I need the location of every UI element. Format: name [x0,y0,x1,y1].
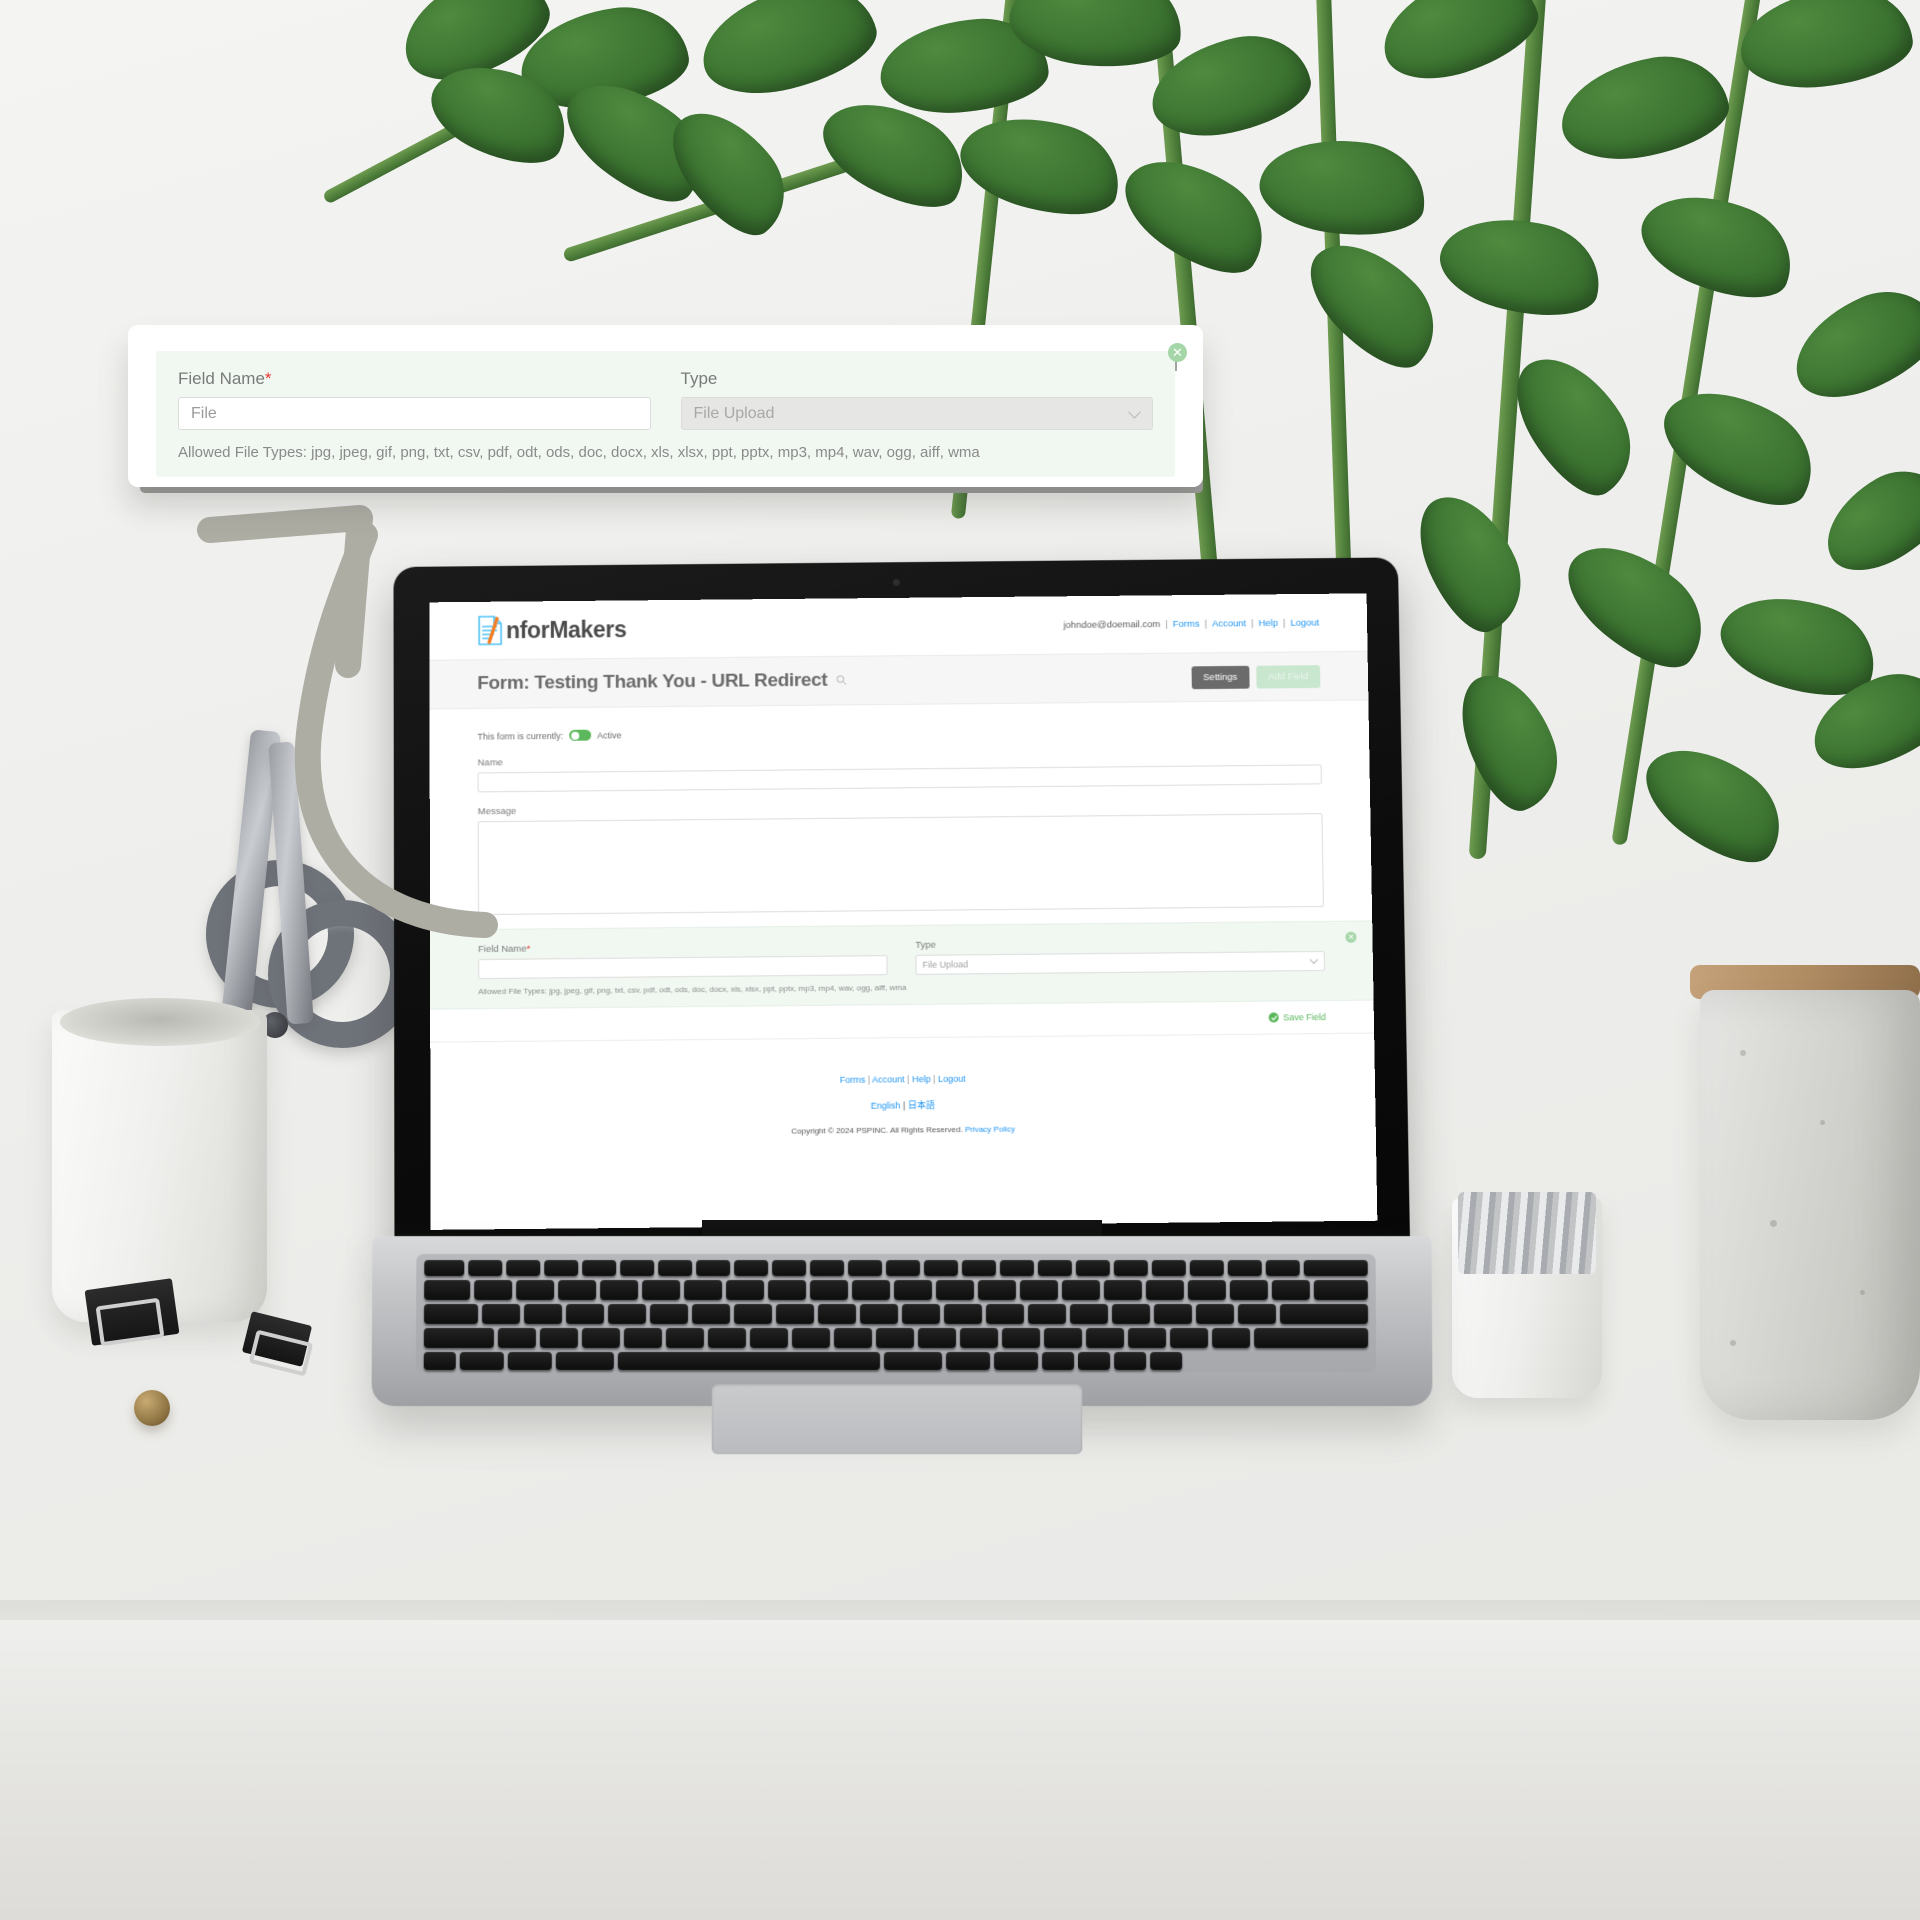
magnified-callout-card: ✕ Field Name* Type File Upload Allowed F… [128,325,1203,487]
web-page: nforMakers johndoe@doemail.com | Forms |… [429,593,1378,1230]
footer-link-account[interactable]: Account [872,1074,905,1084]
editor-field-name-label: Field Name* [478,940,887,956]
copyright-text: Copyright © 2024 PSPINC. All Rights Rese… [791,1124,963,1136]
keyboard [415,1254,1377,1373]
editor-field-name-text: Field Name [478,943,527,956]
form-status-prefix: This form is currently: [477,730,564,742]
language-english[interactable]: English [871,1100,901,1110]
document-lines-icon [477,615,503,645]
allowed-file-types: Allowed File Types: jpg, jpeg, gif, png,… [478,982,907,997]
desk-bead [134,1390,170,1426]
nav-separator: | [1204,618,1208,630]
callout-type-label: Type [680,369,718,388]
language-japanese[interactable]: 日本語 [908,1100,935,1110]
callout-field-panel: ✕ Field Name* Type File Upload Allowed F… [156,343,1187,477]
titlebar-actions: Settings Add Field [1191,664,1321,689]
footer-link-forms[interactable]: Forms [840,1075,866,1085]
message-textarea[interactable] [477,813,1324,916]
footer-separator: | [907,1074,910,1085]
nav-link-forms[interactable]: Forms [1173,618,1200,629]
pen-cup [52,1010,267,1322]
nav-separator: | [1250,617,1254,629]
copyright: Copyright © 2024 PSPINC. All Rights Rese… [430,1121,1375,1139]
close-circle-icon[interactable]: ✕ [1168,343,1187,362]
form-field-message: Message [477,798,1324,916]
nav-link-logout[interactable]: Logout [1290,617,1319,628]
nav-separator: | [1165,618,1168,630]
laptop-base [371,1236,1433,1455]
save-field-label: Save Field [1283,1012,1326,1023]
add-field-button[interactable]: Add Field [1256,664,1321,689]
laptop: nforMakers johndoe@doemail.com | Forms |… [371,557,1433,1455]
close-circle-icon[interactable]: ✕ [1345,931,1357,943]
desk-surface [0,1620,1920,1920]
editor-type-select[interactable]: File Upload [915,950,1326,975]
required-marker: * [526,943,531,955]
field-editor-row: Field Name* Type File Upload [478,936,1326,980]
trackpad [711,1384,1083,1455]
footer-separator: | [902,1100,906,1111]
site-header: nforMakers johndoe@doemail.com | Forms |… [429,593,1368,660]
footer-links: Forms | Account | Help | Logout [430,1070,1375,1089]
editor-field-name-input[interactable] [478,955,888,980]
logo-text: nforMakers [506,615,627,643]
footer-link-logout[interactable]: Logout [938,1074,966,1084]
field-editor-panel: ✕ Field Name* Type File Upload Allowed F… [430,920,1374,1010]
name-input[interactable] [477,764,1322,793]
check-circle-icon [1269,1012,1280,1023]
laptop-screen: nforMakers johndoe@doemail.com | Forms |… [429,593,1378,1230]
callout-allowed-file-types: Allowed File Types: jpg, jpeg, gif, png,… [178,444,980,461]
form-status-value: Active [597,729,622,741]
callout-type-select[interactable]: File Upload [680,397,1153,430]
header-nav: johndoe@doemail.com | Forms | Account | … [1063,617,1319,630]
editor-type-value: File Upload [922,959,969,970]
callout-inner: ✕ Field Name* Type File Upload Allowed F… [128,325,1203,487]
required-marker: * [264,369,272,388]
nav-link-account[interactable]: Account [1212,618,1246,629]
settings-button[interactable]: Settings [1191,665,1250,689]
nav-separator: | [1282,617,1286,629]
footer-link-help[interactable]: Help [912,1074,931,1084]
callout-type-value: File Upload [693,404,775,422]
logo[interactable]: nforMakers [477,614,627,645]
field-editor-name-col: Field Name* [478,940,888,980]
language-switcher: English | 日本語 [430,1094,1375,1116]
form-body: This form is currently: Active Name Mess… [430,700,1372,916]
form-active-toggle[interactable] [569,729,592,741]
webcam-icon [892,578,900,586]
field-editor-type-col: Type File Upload [915,936,1326,975]
callout-field-name-text: Field Name [178,369,265,388]
callout-field-name-col: Field Name* [178,369,651,430]
page-titlebar: Form: Testing Thank You - URL Redirect S… [429,650,1369,710]
plant-pot [1700,990,1920,1420]
callout-field-name-label: Field Name* [178,369,651,389]
footer-separator: | [867,1074,871,1085]
editor-type-label: Type [915,939,937,951]
glass-cup-metal [1458,1192,1596,1274]
user-email: johndoe@doemail.com [1063,618,1161,631]
callout-field-name-input[interactable] [178,397,651,430]
nav-link-help[interactable]: Help [1258,617,1278,628]
save-field-button[interactable]: Save Field [1269,1012,1326,1023]
chevron-down-icon [1128,405,1141,419]
search-icon[interactable] [836,674,847,687]
site-footer: Forms | Account | Help | Logout English … [430,1034,1376,1140]
chevron-down-icon [1309,955,1319,965]
pen-cup-opening [60,998,260,1046]
callout-type-col: Type File Upload [680,369,1153,430]
footer-separator: | [933,1073,936,1085]
form-field-name: Name [478,750,1322,793]
privacy-policy-link[interactable]: Privacy Policy [965,1124,1015,1134]
callout-row: Field Name* Type File Upload [178,369,1153,430]
form-status-row: This form is currently: Active [477,723,1321,742]
page-title: Form: Testing Thank You - URL Redirect [477,669,828,695]
